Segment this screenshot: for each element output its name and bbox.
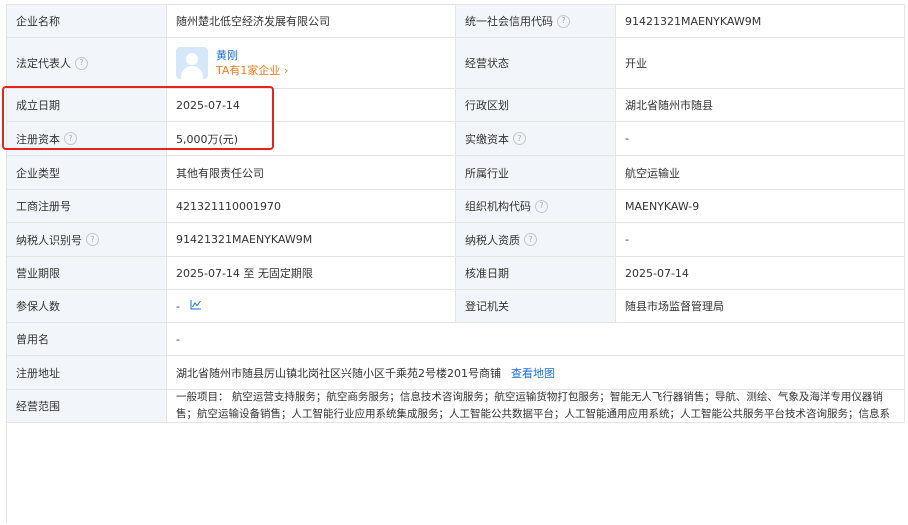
label-taxpayer-qual: 纳税人资质? (456, 223, 616, 257)
value-address: 湖北省随州市随县厉山镇北岗社区兴随小区千乘苑2号楼201号商铺 查看地图 (167, 356, 905, 390)
label-paid-capital: 实缴资本? (456, 122, 616, 156)
label-org-code: 组织机构代码? (456, 190, 616, 223)
question-circle-icon[interactable]: ? (64, 132, 77, 145)
label-scope: 经营范围 (7, 390, 167, 423)
value-credit-code: 91421321MAENYKAW9M (616, 5, 905, 38)
value-taxpayer-id: 91421321MAENYKAW9M (167, 223, 456, 257)
value-district: 湖北省随州市随县 (616, 89, 905, 122)
value-insured: - (167, 290, 456, 323)
legal-rep-companies-link[interactable]: TA有1家企业 › (216, 63, 288, 78)
value-scope: 许可项目： 通用航空服务；飞行训练；检验检测服务；民用航空器维修；民用航空维修人… (167, 390, 905, 423)
value-org-code: MAENYKAW-9 (616, 190, 905, 223)
label-reg-number: 工商注册号 (7, 190, 167, 223)
view-map-link[interactable]: 查看地图 (511, 365, 555, 381)
value-legal-rep: 黄刚 TA有1家企业 › (167, 38, 456, 89)
label-founded: 成立日期 (7, 89, 167, 122)
company-info-table: 企业名称 随州楚北低空经济发展有限公司 统一社会信用代码? 91421321MA… (6, 4, 905, 523)
label-taxpayer-id: 纳税人识别号? (7, 223, 167, 257)
value-approval-date: 2025-07-14 (616, 257, 905, 290)
label-insured: 参保人数 (7, 290, 167, 323)
label-status: 经营状态 (456, 38, 616, 89)
label-district: 行政区划 (456, 89, 616, 122)
value-company-type: 其他有限责任公司 (167, 156, 456, 190)
legal-rep-name-link[interactable]: 黄刚 (216, 48, 288, 63)
value-paid-capital: - (616, 122, 905, 156)
trend-chart-icon[interactable] (190, 299, 202, 313)
label-authority: 登记机关 (456, 290, 616, 323)
question-circle-icon[interactable]: ? (513, 132, 526, 145)
value-authority: 随县市场监督管理局 (616, 290, 905, 323)
label-reg-capital: 注册资本? (7, 122, 167, 156)
question-circle-icon[interactable]: ? (524, 233, 537, 246)
value-reg-number: 421321110001970 (167, 190, 456, 223)
value-company-name: 随州楚北低空经济发展有限公司 (167, 5, 456, 38)
question-circle-icon[interactable]: ? (86, 233, 99, 246)
label-term: 营业期限 (7, 257, 167, 290)
value-term: 2025-07-14 至 无固定期限 (167, 257, 456, 290)
avatar[interactable] (176, 47, 208, 79)
value-status: 开业 (616, 38, 905, 89)
label-industry: 所属行业 (456, 156, 616, 190)
label-approval-date: 核准日期 (456, 257, 616, 290)
label-legal-rep: 法定代表人? (7, 38, 167, 89)
label-company-type: 企业类型 (7, 156, 167, 190)
value-founded: 2025-07-14 (167, 89, 456, 122)
question-circle-icon[interactable]: ? (75, 56, 88, 70)
value-reg-capital: 5,000万(元) (167, 122, 456, 156)
label-address: 注册地址 (7, 356, 167, 390)
value-taxpayer-qual: - (616, 223, 905, 257)
question-circle-icon[interactable]: ? (557, 14, 570, 28)
label-company-name: 企业名称 (7, 5, 167, 38)
value-former-name: - (167, 323, 905, 356)
label-former-name: 曾用名 (7, 323, 167, 356)
question-circle-icon[interactable]: ? (535, 199, 548, 213)
value-industry: 航空运输业 (616, 156, 905, 190)
label-credit-code: 统一社会信用代码? (456, 5, 616, 38)
